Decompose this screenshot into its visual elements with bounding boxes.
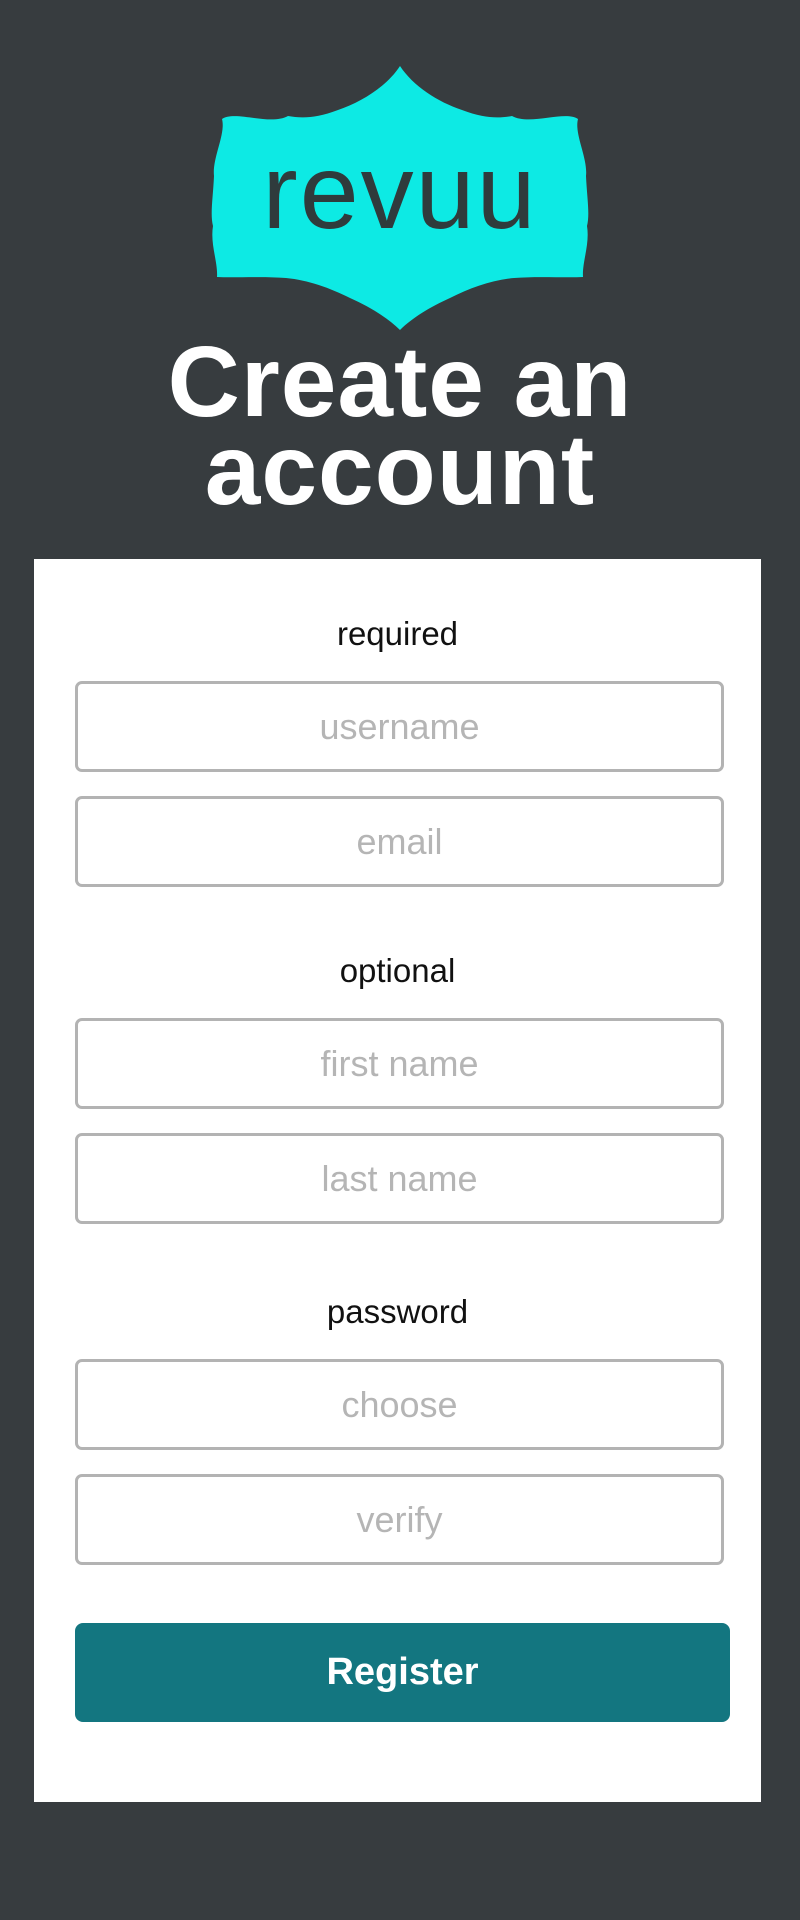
revuu-logo: revuu: [210, 66, 590, 330]
logo-text: revuu: [262, 133, 537, 251]
registration-form: required optional password Register: [34, 559, 761, 1802]
page-title-line-2: account: [204, 414, 596, 526]
required-section-label: required: [336, 615, 459, 652]
optional-section-label: optional: [339, 952, 456, 989]
register-button[interactable]: Register: [75, 1623, 730, 1722]
first-name-input[interactable]: [75, 1018, 724, 1109]
username-input[interactable]: [75, 681, 724, 772]
password-verify-input[interactable]: [75, 1474, 724, 1565]
last-name-input[interactable]: [75, 1133, 724, 1224]
page-title: Create an account: [0, 332, 800, 520]
password-section-label: password: [326, 1293, 469, 1330]
password-choose-input[interactable]: [75, 1359, 724, 1450]
email-input[interactable]: [75, 796, 724, 887]
